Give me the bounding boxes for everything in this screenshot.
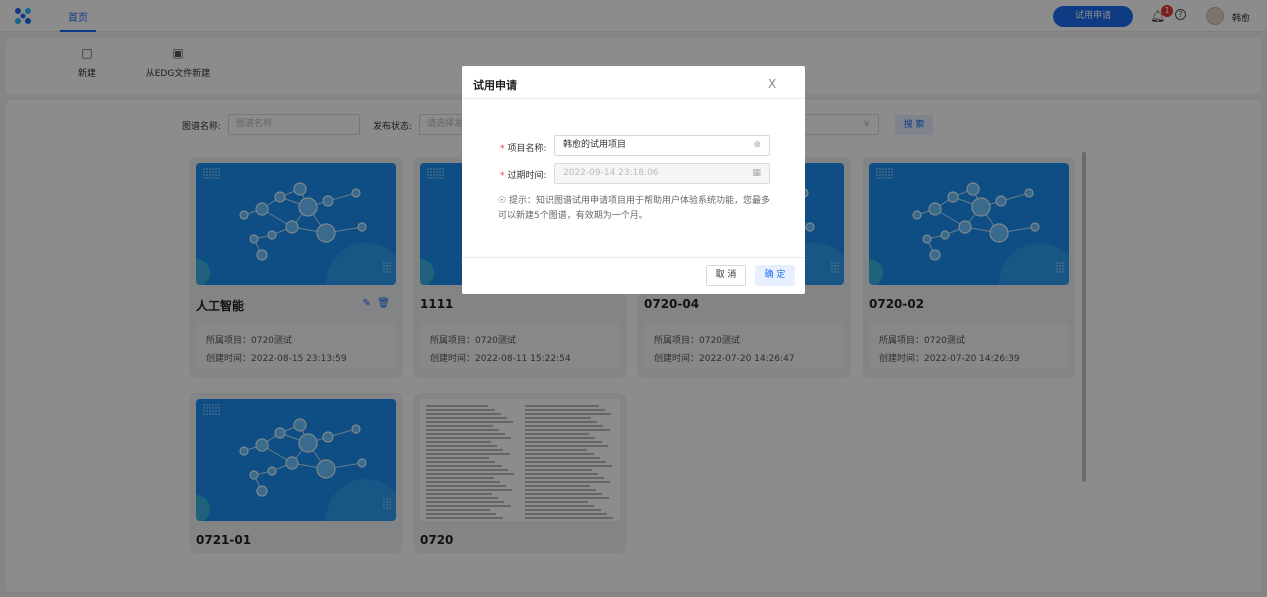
hint-text: ☉ 提示：知识图谱试用申请项目用于帮助用户体验系统功能，您最多可以新建5个图谱，…: [498, 196, 770, 221]
trial-application-dialog: 试用申请 X * 项目名称: 韩愈的试用项目 ⊗ * 过期时间: 2022-09-1…: [462, 66, 805, 294]
lightbulb-icon: ☉: [498, 196, 507, 206]
project-name-input[interactable]: 韩愈的试用项目 ⊗: [554, 135, 770, 156]
dialog-title: 试用申请: [473, 79, 517, 92]
project-name-value: 韩愈的试用项目: [563, 140, 627, 150]
expire-time-label: * 过期时间:: [500, 171, 547, 181]
expire-time-value: 2022-09-14 23:18:06: [563, 168, 659, 178]
project-name-label: * 项目名称:: [500, 144, 547, 154]
divider: [462, 257, 805, 258]
required-asterisk: *: [500, 171, 505, 181]
calendar-icon: ▦: [752, 168, 761, 178]
cancel-button[interactable]: 取 消: [706, 265, 746, 286]
confirm-button[interactable]: 确 定: [755, 265, 795, 286]
required-asterisk: *: [500, 144, 505, 154]
close-icon[interactable]: X: [768, 77, 776, 91]
expire-time-input: 2022-09-14 23:18:06 ▦: [554, 163, 770, 184]
clear-icon[interactable]: ⊗: [753, 136, 761, 155]
divider: [462, 98, 805, 99]
